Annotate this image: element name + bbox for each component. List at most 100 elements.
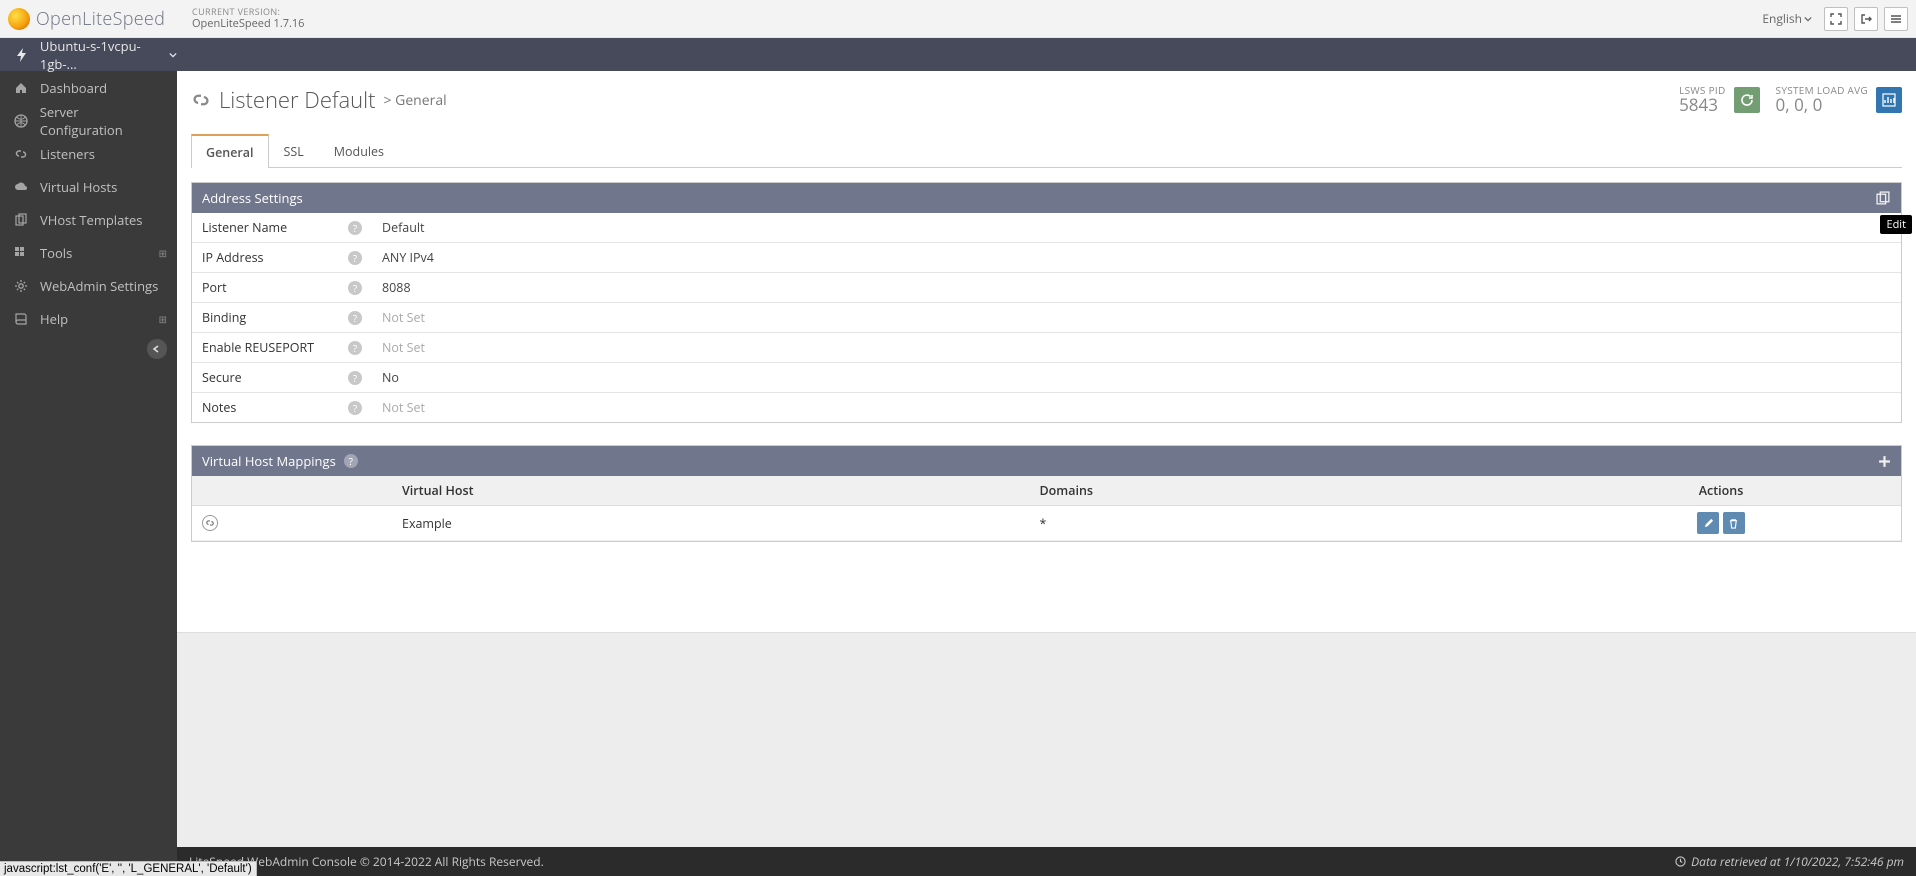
tab-ssl[interactable]: SSL <box>269 134 319 168</box>
sidebar-item-help[interactable]: Help ⊞ <box>0 302 177 335</box>
column-header-icon <box>192 476 392 506</box>
host-dropdown[interactable]: Ubuntu-s-1vcpu-1gb-... <box>14 37 177 73</box>
row-ip-address: IP Address? ANY IPv4 <box>192 243 1901 273</box>
page-title: Listener Default <box>219 85 376 115</box>
language-selector[interactable]: English <box>1756 10 1818 27</box>
chain-icon <box>191 90 211 110</box>
field-label: Port <box>202 279 227 296</box>
gear-icon <box>14 279 30 293</box>
page-header: Listener Default > General LSWS PID 5843… <box>191 85 1902 115</box>
chevron-down-icon <box>1804 15 1812 23</box>
stat-pid-value: 5843 <box>1679 96 1725 115</box>
row-notes: Notes? Not Set <box>192 393 1901 423</box>
logout-icon <box>1860 13 1872 25</box>
breadcrumb: > General <box>384 91 447 110</box>
help-icon[interactable]: ? <box>348 221 362 235</box>
chevron-down-icon <box>169 51 177 59</box>
realtime-stats-button[interactable] <box>1876 87 1902 113</box>
help-icon[interactable]: ? <box>348 401 362 415</box>
globe-icon <box>14 114 30 128</box>
version-block: CURRENT VERSION: OpenLiteSpeed 1.7.16 <box>192 7 304 31</box>
footer-retrieved: Data retrieved at 1/10/2022, 7:52:46 pm <box>1691 853 1904 870</box>
help-icon[interactable]: ? <box>348 281 362 295</box>
tab-bar: General SSL Modules <box>191 133 1902 168</box>
help-icon[interactable]: ? <box>348 341 362 355</box>
logout-button[interactable] <box>1854 7 1878 31</box>
field-value: ANY IPv4 <box>382 249 434 266</box>
row-binding: Binding? Not Set <box>192 303 1901 333</box>
sidebar-item-vhost-templates[interactable]: VHost Templates <box>0 203 177 236</box>
grid-icon <box>14 246 30 260</box>
tab-general[interactable]: General <box>191 134 269 168</box>
help-icon[interactable]: ? <box>344 454 358 468</box>
sidebar-collapse-button[interactable] <box>147 339 167 359</box>
sidebar-item-label: Server Configuration <box>40 103 163 139</box>
row-edit-button[interactable] <box>1697 512 1719 534</box>
menu-button[interactable] <box>1884 7 1908 31</box>
sidebar-item-tools[interactable]: Tools ⊞ <box>0 236 177 269</box>
browser-status-bar: javascript:lst_conf('E', '', 'L_GENERAL'… <box>0 861 257 876</box>
pencil-icon <box>1703 518 1714 529</box>
refresh-icon <box>1740 93 1754 107</box>
cell-vhost: Example <box>402 515 452 532</box>
tab-modules[interactable]: Modules <box>319 134 399 168</box>
column-header-vhost[interactable]: Virtual Host <box>392 476 1030 506</box>
sidebar-item-label: Help <box>40 310 68 328</box>
help-icon[interactable]: ? <box>348 311 362 325</box>
restart-button[interactable] <box>1734 87 1760 113</box>
address-settings-table: Listener Name? Default IP Address? ANY I… <box>192 213 1901 422</box>
sidebar-item-label: Dashboard <box>40 79 107 97</box>
sidebar-item-dashboard[interactable]: Dashboard <box>0 71 177 104</box>
book-icon <box>14 312 30 326</box>
foot-spacer <box>177 632 1916 847</box>
sidebar-item-server-config[interactable]: Server Configuration <box>0 104 177 137</box>
column-header-actions: Actions <box>1541 476 1901 506</box>
stat-load-value: 0, 0, 0 <box>1776 96 1868 115</box>
help-icon[interactable]: ? <box>348 251 362 265</box>
hamburger-icon <box>1890 13 1902 25</box>
stat-pid: LSWS PID 5843 <box>1679 85 1725 115</box>
fullscreen-button[interactable] <box>1824 7 1848 31</box>
expand-icon: ⊞ <box>159 312 167 326</box>
edit-button[interactable] <box>1876 191 1891 206</box>
field-value: Not Set <box>382 339 425 356</box>
fullscreen-icon <box>1830 13 1842 25</box>
help-icon[interactable]: ? <box>348 371 362 385</box>
field-label: Enable REUSEPORT <box>202 339 314 356</box>
expand-icon: ⊞ <box>159 246 167 260</box>
field-label: Notes <box>202 399 236 416</box>
clock-icon <box>1675 856 1686 867</box>
field-value: Not Set <box>382 309 425 326</box>
sidebar-item-vhosts[interactable]: Virtual Hosts <box>0 170 177 203</box>
link-icon <box>202 515 218 531</box>
main-content: Listener Default > General LSWS PID 5843… <box>177 71 1916 876</box>
sidebar-item-label: Virtual Hosts <box>40 178 117 196</box>
sidebar: Dashboard Server Configuration Listeners… <box>0 71 177 876</box>
field-label: Binding <box>202 309 246 326</box>
sidebar-item-listeners[interactable]: Listeners <box>0 137 177 170</box>
tab-label: General <box>206 144 254 161</box>
cell-domains: * <box>1040 515 1047 532</box>
field-value: Not Set <box>382 399 425 416</box>
trash-icon <box>1728 518 1739 529</box>
sidebar-item-label: VHost Templates <box>40 211 142 229</box>
footer: LiteSpeed WebAdmin Console © 2014-2022 A… <box>177 847 1916 876</box>
brand[interactable]: OpenLiteSpeed <box>8 7 186 31</box>
row-delete-button[interactable] <box>1723 512 1745 534</box>
brand-logo-icon <box>8 8 30 30</box>
field-label: Listener Name <box>202 219 287 236</box>
sidebar-item-webadmin[interactable]: WebAdmin Settings <box>0 269 177 302</box>
column-header-domains[interactable]: Domains <box>1030 476 1541 506</box>
add-button[interactable] <box>1878 455 1891 468</box>
language-label: English <box>1762 10 1802 27</box>
hostname-label: Ubuntu-s-1vcpu-1gb-... <box>40 37 177 73</box>
home-icon <box>14 81 30 95</box>
host-ribbon: Ubuntu-s-1vcpu-1gb-... <box>0 38 1916 71</box>
field-label: Secure <box>202 369 242 386</box>
sidebar-item-label: Listeners <box>40 145 95 163</box>
tab-label: Modules <box>334 143 384 160</box>
row-port: Port? 8088 <box>192 273 1901 303</box>
arrow-left-circle-icon <box>152 344 162 354</box>
brand-name: OpenLiteSpeed <box>36 7 165 31</box>
sidebar-item-label: Tools <box>40 244 72 262</box>
